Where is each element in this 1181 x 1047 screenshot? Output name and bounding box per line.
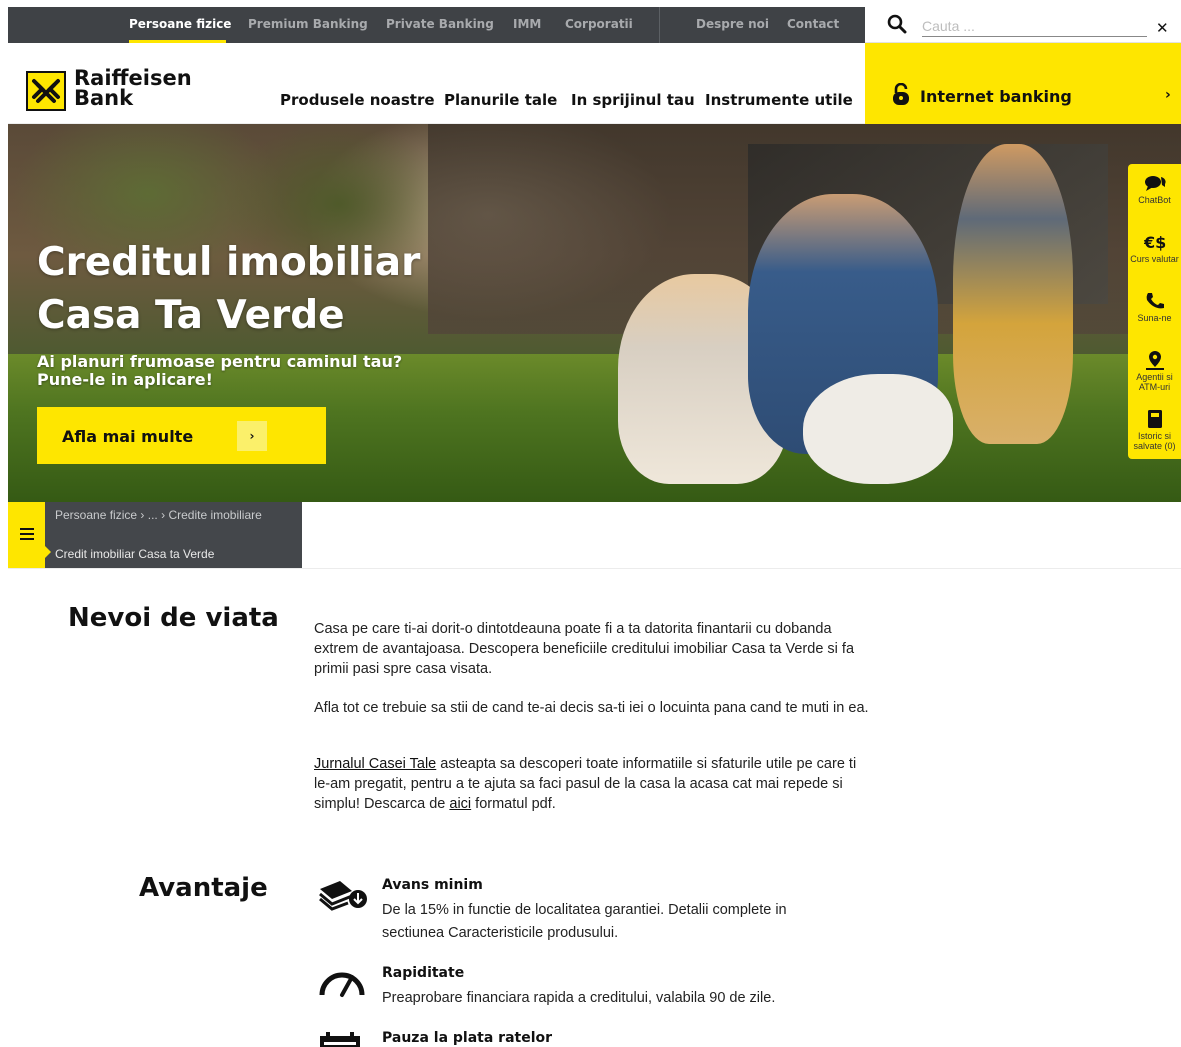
money-stack-icon: [319, 881, 367, 911]
advantage-title: Avans minim: [382, 877, 483, 893]
hero-title: Creditul imobiliar Casa Ta Verde: [37, 236, 497, 342]
crumb-notch: [45, 546, 51, 558]
section-title-avantaje: Avantaje: [139, 873, 268, 903]
raiffeisen-logo[interactable]: Raiffeisen Bank: [26, 68, 192, 115]
cta-label: Afla mai multe: [62, 427, 194, 446]
advantage-title: Pauza la plata ratelor: [382, 1030, 553, 1046]
breadcrumb-item-persoane-fizice[interactable]: Persoane fizice: [55, 508, 137, 522]
nav-planurile-tale[interactable]: Planurile tale: [444, 91, 557, 109]
hero-subtitle-line-2: Pune-le in aplicare!: [37, 370, 213, 389]
section-title-nevoi: Nevoi de viata: [68, 603, 279, 633]
tool-agentii-atm[interactable]: Agentii si ATM-uri: [1128, 341, 1181, 400]
topbar-link-contact[interactable]: Contact: [787, 17, 839, 31]
section-divider: [8, 568, 1181, 569]
hero-subtitle-line-1: Ai planuri frumoase pentru caminul tau?: [37, 352, 403, 371]
lock-icon: [893, 83, 909, 105]
logo-mark-icon: [26, 71, 66, 111]
nevoi-paragraph-1: Casa pe care ti-ai dorit-o dintotdeauna …: [314, 621, 855, 677]
topbar-link-imm[interactable]: IMM: [513, 17, 541, 31]
tool-istoric-salvate[interactable]: Istoric si salvate (0): [1128, 400, 1181, 459]
breadcrumb-item-credite-imobiliare[interactable]: Credite imobiliare: [168, 508, 261, 522]
aici-link[interactable]: aici: [449, 796, 471, 812]
tool-curs-valutar[interactable]: €$ Curs valutar: [1128, 223, 1181, 282]
topbar-link-persoane-fizice[interactable]: Persoane fizice: [129, 17, 231, 31]
side-tools-panel: ChatBot €$ Curs valutar Suna-ne Agentii …: [1128, 164, 1181, 459]
hero-photo-dog: [803, 374, 953, 484]
advantage-item: Pauza la plata ratelor: [318, 1030, 838, 1047]
calendar-icon: [320, 1032, 360, 1047]
logo-line-2: Bank: [74, 86, 134, 110]
advantage-item: Rapiditate Preaprobare financiara rapida…: [318, 965, 838, 1015]
close-icon[interactable]: ✕: [1156, 19, 1169, 37]
tool-label: ChatBot: [1138, 195, 1171, 205]
search-icon[interactable]: [887, 14, 907, 34]
advantage-title: Rapiditate: [382, 965, 465, 981]
topbar-link-premium-banking[interactable]: Premium Banking: [248, 17, 368, 31]
phone-icon: [1146, 293, 1164, 309]
search-input[interactable]: [922, 15, 1147, 37]
tool-label: Curs valutar: [1130, 254, 1179, 264]
nevoi-paragraph-2: Afla tot ce trebuie sa stii de cand te-a…: [314, 700, 869, 716]
topbar-link-private-banking[interactable]: Private Banking: [386, 17, 494, 31]
top-utility-bar: Persoane fizice Premium Banking Private …: [8, 7, 865, 43]
search-bar: ✕: [865, 7, 1181, 43]
tool-suna-ne[interactable]: Suna-ne: [1128, 282, 1181, 341]
advantage-description: De la 15% in functie de localitatea gara…: [382, 902, 787, 941]
nav-produsele-noastre[interactable]: Produsele noastre: [280, 91, 435, 109]
chevron-right-icon: ›: [1165, 87, 1171, 103]
map-pin-icon: [1145, 351, 1164, 370]
currency-icon: €$: [1144, 233, 1166, 252]
chevron-right-icon: ›: [237, 421, 267, 451]
hero-subtitle: Ai planuri frumoase pentru caminul tau? …: [37, 353, 497, 389]
advantage-item: Avans minim De la 15% in functie de loca…: [318, 877, 838, 947]
breadcrumb: Persoane fizice › ... › Credite imobilia…: [8, 502, 302, 568]
tool-chatbot[interactable]: ChatBot: [1128, 164, 1181, 223]
hero-title-line-1: Creditul imobiliar: [37, 240, 421, 285]
breadcrumb-item-ellipsis[interactable]: ...: [148, 508, 158, 522]
internet-banking-button[interactable]: Internet banking ›: [865, 43, 1181, 124]
afla-mai-multe-button[interactable]: Afla mai multe ›: [37, 407, 326, 464]
jurnalul-casei-tale-link[interactable]: Jurnalul Casei Tale: [314, 756, 436, 772]
internet-banking-label: Internet banking: [920, 87, 1072, 106]
nav-instrumente-utile[interactable]: Instrumente utile: [705, 91, 853, 109]
chat-icon: [1144, 176, 1166, 191]
hero-photo-boy: [953, 144, 1073, 444]
tool-label: Istoric si salvate (0): [1133, 431, 1176, 451]
advantage-description: Preaprobare financiara rapida a creditul…: [382, 990, 776, 1006]
chevron-right-icon: ›: [140, 508, 148, 522]
speedometer-icon: [319, 972, 365, 997]
hero-banner: Creditul imobiliar Casa Ta Verde Ai plan…: [8, 124, 1181, 502]
nevoi-paragraph-3: Jurnalul Casei Tale asteapta sa descoper…: [314, 754, 869, 814]
hero-title-line-2: Casa Ta Verde: [37, 293, 345, 338]
nav-in-sprijinul-tau[interactable]: In sprijinul tau: [571, 91, 695, 109]
topbar-link-corporatii[interactable]: Corporatii: [565, 17, 633, 31]
bookmark-icon: [1147, 410, 1162, 428]
tool-label: Suna-ne: [1137, 313, 1172, 323]
svg-text:€$: €$: [1144, 233, 1166, 252]
topbar-link-despre-noi[interactable]: Despre noi: [696, 17, 769, 31]
breadcrumb-current: Credit imobiliar Casa ta Verde: [55, 547, 215, 561]
hamburger-icon: [20, 528, 34, 540]
topbar-divider: [659, 7, 660, 43]
tool-label: Agentii si ATM-uri: [1136, 372, 1173, 392]
menu-button[interactable]: [8, 502, 51, 568]
logo-line-1: Raiffeisen: [74, 66, 192, 90]
main-header: Raiffeisen Bank Produsele noastre Planur…: [8, 43, 865, 124]
breadcrumb-trail: Persoane fizice › ... › Credite imobilia…: [55, 508, 262, 522]
logo-wordmark: Raiffeisen Bank: [74, 66, 192, 110]
paragraph-text: formatul pdf.: [471, 796, 556, 812]
